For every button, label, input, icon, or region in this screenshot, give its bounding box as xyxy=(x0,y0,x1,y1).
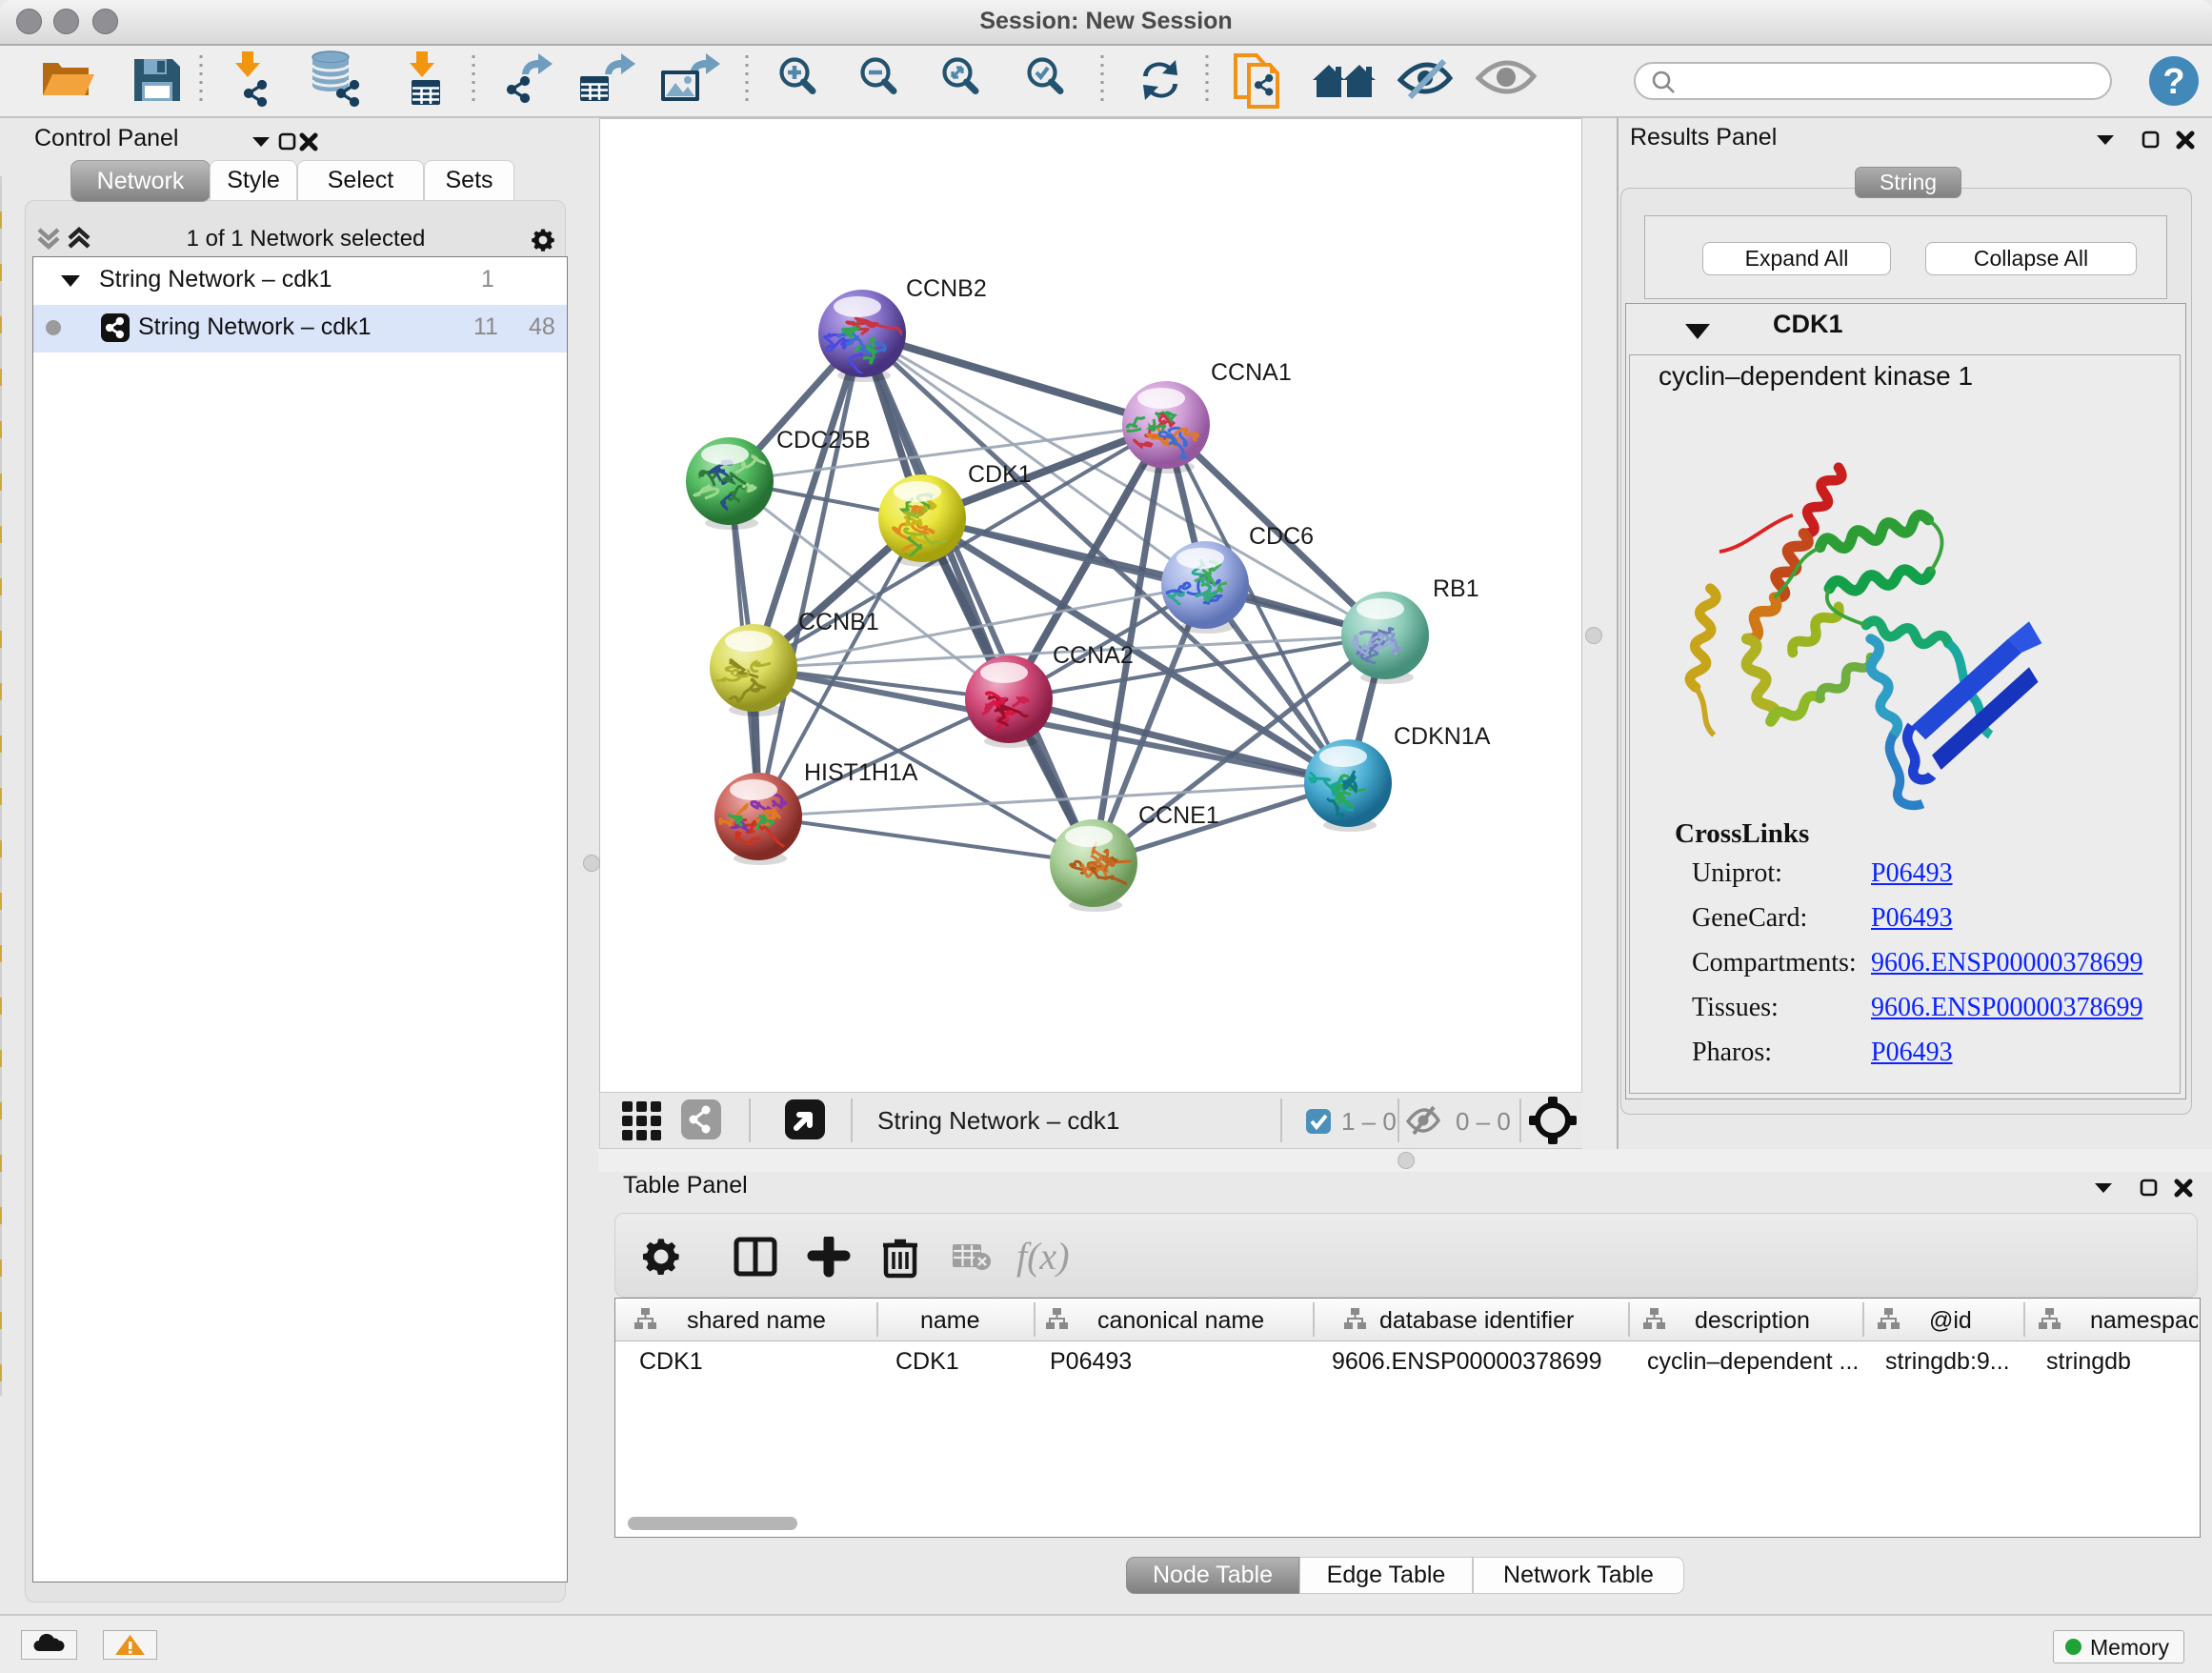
svg-text:database identifier: database identifier xyxy=(1379,1307,1574,1334)
svg-text:name: name xyxy=(920,1307,980,1334)
svg-text:CCNB2: CCNB2 xyxy=(906,275,987,302)
svg-text:CCNE1: CCNE1 xyxy=(1138,802,1219,829)
svg-text:CCNB1: CCNB1 xyxy=(798,609,879,635)
svg-text:HIST1H1A: HIST1H1A xyxy=(804,759,918,786)
svg-text:1 – 0: 1 – 0 xyxy=(1341,1107,1397,1136)
svg-text:CDKN1A: CDKN1A xyxy=(1394,723,1491,750)
svg-text:?: ? xyxy=(2162,62,2184,102)
svg-text:CDK1: CDK1 xyxy=(968,461,1032,488)
svg-text:namespac: namespac xyxy=(2090,1307,2198,1334)
svg-text:RB1: RB1 xyxy=(1433,575,1479,602)
svg-text:CCNA1: CCNA1 xyxy=(1211,359,1292,386)
svg-text:f(x): f(x) xyxy=(1016,1237,1070,1278)
svg-text:String Network – cdk1: String Network – cdk1 xyxy=(877,1106,1119,1135)
svg-text:@id: @id xyxy=(1929,1307,1972,1334)
svg-text:CDC6: CDC6 xyxy=(1249,523,1314,550)
svg-text:CCNA2: CCNA2 xyxy=(1053,642,1134,669)
svg-text:CDC25B: CDC25B xyxy=(776,427,871,454)
svg-text:canonical name: canonical name xyxy=(1097,1307,1264,1334)
svg-text:description: description xyxy=(1695,1307,1810,1334)
svg-text:0 – 0: 0 – 0 xyxy=(1456,1107,1511,1136)
svg-text:shared name: shared name xyxy=(687,1307,826,1334)
